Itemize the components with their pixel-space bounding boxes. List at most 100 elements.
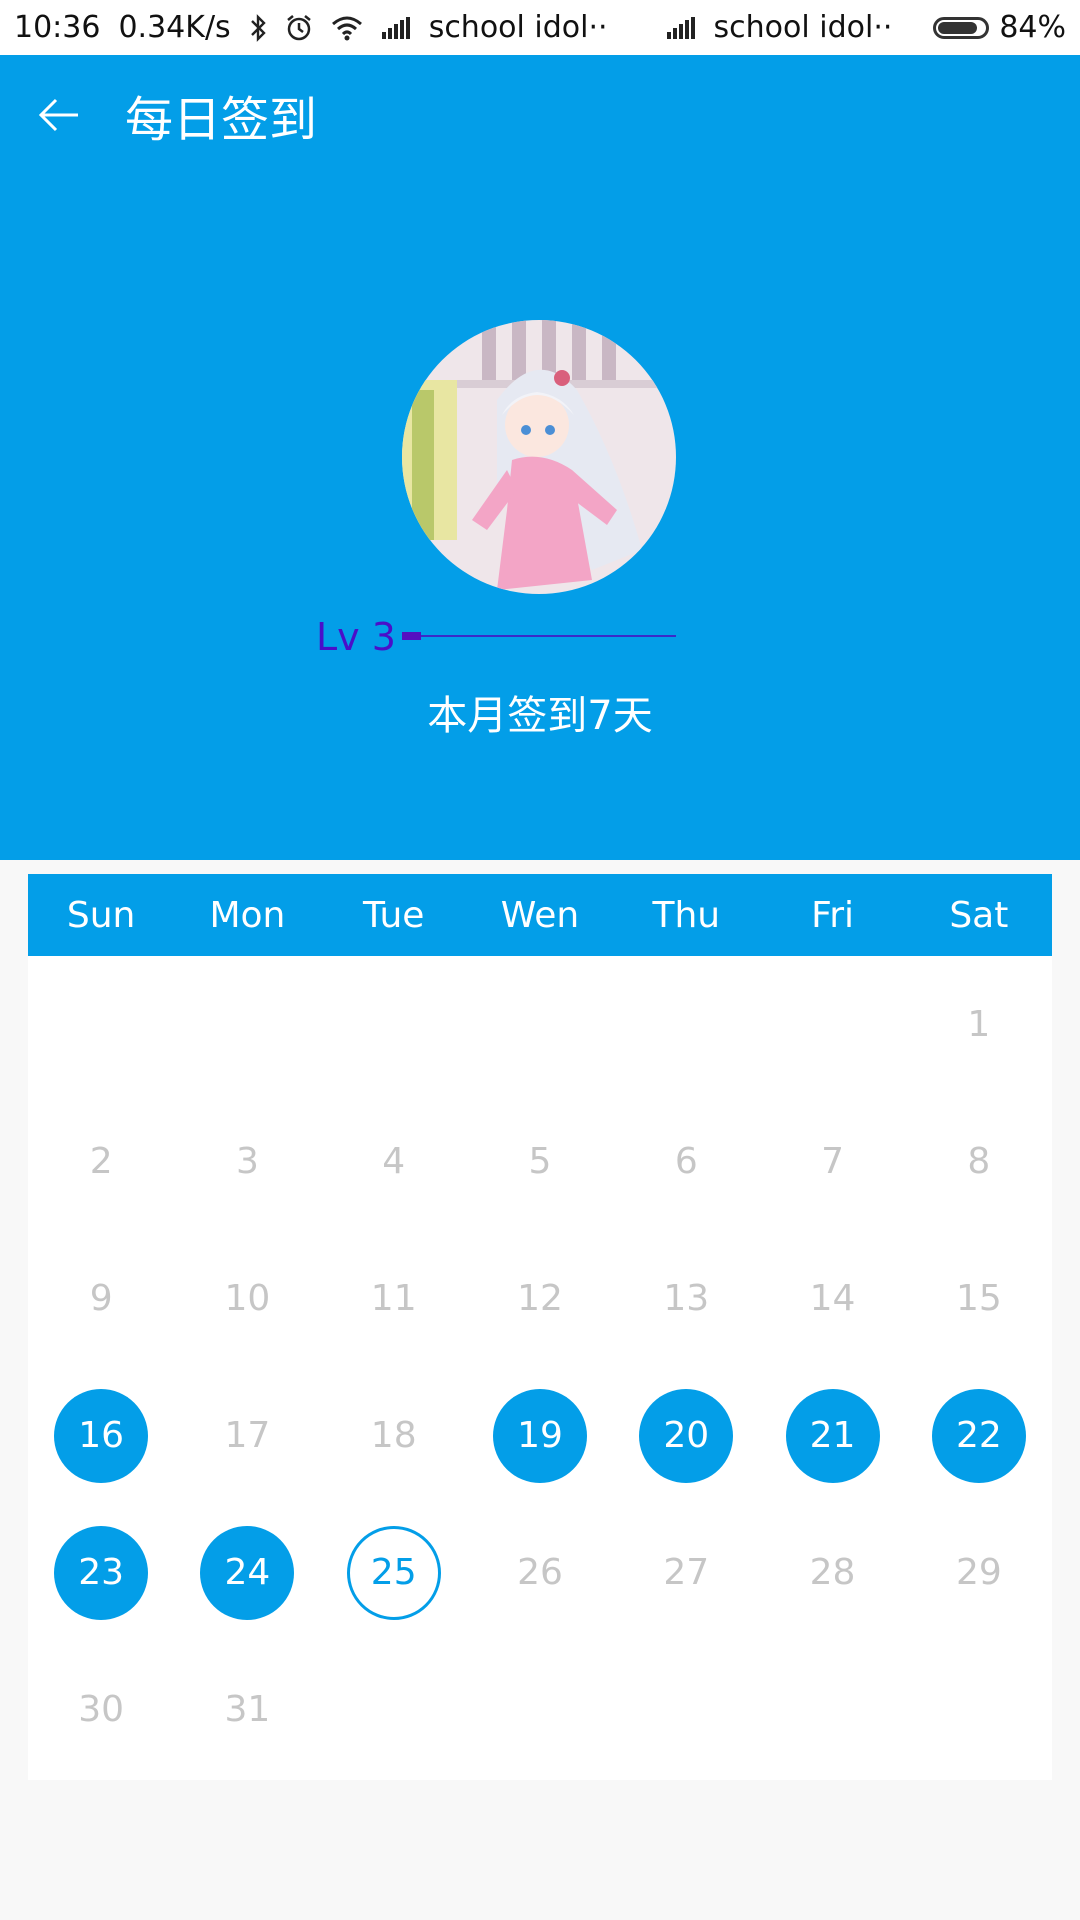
battery-group: 84%: [933, 10, 1066, 45]
calendar-day-30[interactable]: 30: [28, 1641, 174, 1778]
signin-calendar: Sun Mon Tue Wen Thu Fri Sat 1 2 3 4 5 6 7 8 9 10 1…: [28, 874, 1052, 1780]
calendar-day-number: 22: [931, 1388, 1026, 1483]
calendar-empty-cell: [467, 956, 613, 1093]
calendar-day-26[interactable]: 26: [467, 1504, 613, 1641]
weekday-label: Mon: [209, 894, 286, 936]
toolbar: 每日签到: [0, 55, 1080, 175]
page-title: 每日签到: [125, 92, 318, 148]
signal-icon: [666, 16, 696, 39]
calendar-day-number: 30: [78, 1689, 125, 1730]
carrier-2: school idol··: [713, 10, 893, 45]
status-bar: 10:36 0.34K/s school idol·· school idol·…: [0, 0, 1080, 55]
calendar-day-number: 6: [674, 1141, 698, 1182]
calendar-day-31[interactable]: 31: [174, 1641, 320, 1778]
calendar-day-number: 16: [54, 1388, 149, 1483]
calendar-day-20[interactable]: 20: [613, 1367, 759, 1504]
calendar-day-number: 18: [370, 1415, 417, 1456]
carrier-1: school idol··: [428, 10, 608, 45]
weekday-label: Wen: [500, 894, 580, 936]
battery-icon: [933, 16, 990, 39]
calendar-day-14[interactable]: 14: [759, 1230, 905, 1367]
battery-percent: 84%: [999, 10, 1066, 45]
calendar-empty-cell: [759, 956, 905, 1093]
calendar-days-grid: 1 2 3 4 5 6 7 8 9 10 11 12 13 14 15 16 17 18 19 20 21 22 23 24 2…: [28, 956, 1052, 1780]
calendar-day-number: 14: [809, 1278, 856, 1319]
calendar-day-number: 24: [200, 1525, 295, 1620]
calendar-day-number: 3: [235, 1141, 259, 1182]
calendar-day-24[interactable]: 24: [174, 1504, 320, 1641]
calendar-day-number: 12: [517, 1278, 563, 1319]
calendar-day-number: 27: [663, 1552, 710, 1593]
calendar-day-number: 19: [492, 1388, 587, 1483]
calendar-day-21[interactable]: 21: [759, 1367, 905, 1504]
calendar-day-4[interactable]: 4: [321, 1093, 467, 1230]
calendar-day-10[interactable]: 10: [174, 1230, 320, 1367]
calendar-day-number: 31: [224, 1689, 271, 1730]
calendar-day-number: 15: [955, 1278, 1002, 1319]
calendar-day-6[interactable]: 6: [613, 1093, 759, 1230]
calendar-day-number: 26: [517, 1552, 563, 1593]
calendar-day-5[interactable]: 5: [467, 1093, 613, 1230]
calendar-day-number: 21: [785, 1388, 880, 1483]
monthly-signin-count: 本月签到7天: [427, 693, 653, 739]
calendar-day-number: 2: [89, 1141, 113, 1182]
level-label: Lv 3: [316, 615, 396, 659]
back-button[interactable]: [5, 60, 115, 170]
calendar-day-7[interactable]: 7: [759, 1093, 905, 1230]
calendar-day-16[interactable]: 16: [28, 1367, 174, 1504]
calendar-day-18[interactable]: 18: [321, 1367, 467, 1504]
calendar-day-9[interactable]: 9: [28, 1230, 174, 1367]
calendar-day-number: 8: [967, 1141, 991, 1182]
avatar[interactable]: [402, 320, 676, 594]
calendar-day-number: 13: [663, 1278, 710, 1319]
calendar-day-28[interactable]: 28: [759, 1504, 905, 1641]
calendar-day-13[interactable]: 13: [613, 1230, 759, 1367]
calendar-day-number: 5: [528, 1141, 552, 1182]
status-network-speed: 0.34K/s: [118, 10, 231, 45]
calendar-day-number: 11: [370, 1278, 417, 1319]
calendar-empty-cell: [321, 956, 467, 1093]
calendar-empty-cell: [28, 956, 174, 1093]
level-progress-bar: [402, 632, 676, 640]
weekday-label: Thu: [652, 894, 721, 936]
calendar-day-number: 4: [382, 1141, 406, 1182]
calendar-day-number: 17: [224, 1415, 271, 1456]
calendar-day-number: 23: [54, 1525, 149, 1620]
calendar-day-22[interactable]: 22: [906, 1367, 1052, 1504]
calendar-day-number: 7: [821, 1141, 845, 1182]
calendar-day-number: 28: [809, 1552, 856, 1593]
weekday-label: Tue: [362, 894, 425, 936]
calendar-day-27[interactable]: 27: [613, 1504, 759, 1641]
bluetooth-icon: [249, 13, 267, 42]
calendar-day-3[interactable]: 3: [174, 1093, 320, 1230]
calendar-day-15[interactable]: 15: [906, 1230, 1052, 1367]
calendar-empty-cell: [613, 956, 759, 1093]
weekday-header: Sun Mon Tue Wen Thu Fri Sat: [28, 874, 1052, 956]
calendar-day-1[interactable]: 1: [906, 956, 1052, 1093]
calendar-day-12[interactable]: 12: [467, 1230, 613, 1367]
alarm-icon: [285, 14, 313, 42]
weekday-label: Sun: [66, 894, 136, 936]
calendar-day-number: 9: [89, 1278, 113, 1319]
status-time: 10:36: [14, 10, 101, 45]
calendar-day-29[interactable]: 29: [906, 1504, 1052, 1641]
level-progress-fill: [402, 632, 422, 640]
wifi-icon: [331, 15, 363, 41]
calendar-day-number: 20: [639, 1388, 734, 1483]
calendar-day-17[interactable]: 17: [174, 1367, 320, 1504]
weekday-label: Fri: [811, 894, 854, 936]
arrow-left-icon: [38, 98, 78, 132]
signal-icon: [381, 16, 411, 39]
calendar-day-number: 1: [967, 1004, 991, 1045]
calendar-day-number: 10: [224, 1278, 271, 1319]
calendar-day-23[interactable]: 23: [28, 1504, 174, 1641]
calendar-day-number: 25: [346, 1525, 441, 1620]
calendar-day-19[interactable]: 19: [467, 1367, 613, 1504]
calendar-day-number: 29: [955, 1552, 1002, 1593]
calendar-day-25[interactable]: 25: [321, 1504, 467, 1641]
calendar-empty-cell: [174, 956, 320, 1093]
calendar-day-2[interactable]: 2: [28, 1093, 174, 1230]
calendar-day-8[interactable]: 8: [906, 1093, 1052, 1230]
calendar-day-11[interactable]: 11: [321, 1230, 467, 1367]
weekday-label: Sat: [949, 894, 1009, 936]
